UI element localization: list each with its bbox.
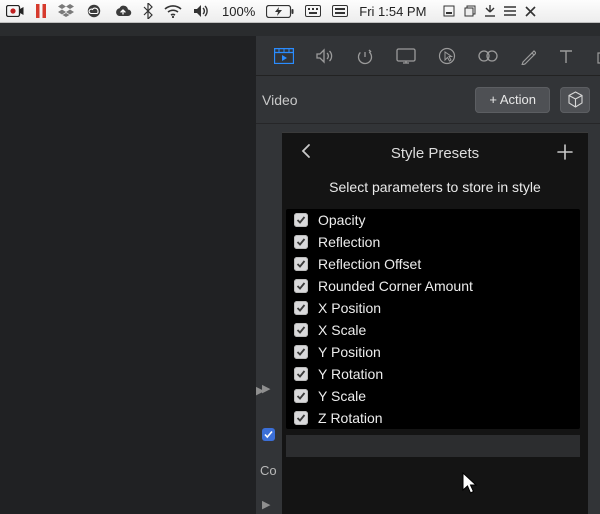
checkbox-checked-icon[interactable]: [294, 345, 308, 359]
keyboard-icon[interactable]: [305, 5, 321, 17]
pen-tab-icon[interactable]: [520, 46, 536, 66]
system-menubar: 100% Fri 1:54 PM: [0, 0, 600, 23]
pointer-tab-icon[interactable]: [438, 46, 456, 66]
input-menu-icon[interactable]: [332, 5, 348, 17]
dropbox-icon[interactable]: [58, 4, 74, 18]
close-icon[interactable]: [525, 6, 536, 17]
minimize-window-icon[interactable]: [443, 5, 455, 17]
cloud-upload-icon[interactable]: [114, 5, 132, 18]
creative-cloud-icon[interactable]: [85, 4, 103, 18]
menu-icon[interactable]: [504, 6, 516, 16]
param-label: Rounded Corner Amount: [318, 278, 473, 294]
text-tab-icon[interactable]: [558, 46, 574, 66]
group-disclosure-1[interactable]: ▶: [262, 382, 270, 395]
param-label: Y Scale: [318, 388, 366, 404]
param-row[interactable]: Y Scale: [286, 385, 580, 407]
back-button[interactable]: [296, 141, 316, 161]
checkbox-checked-icon[interactable]: [294, 279, 308, 293]
param-label: Reflection: [318, 234, 380, 250]
video-tab-icon[interactable]: [274, 46, 294, 66]
param-label: Z Rotation: [318, 410, 383, 426]
checkbox-checked-icon[interactable]: [294, 213, 308, 227]
param-label: Reflection Offset: [318, 256, 421, 272]
app-frame: Video + Action ▶ Style Presets Select pa…: [0, 23, 600, 514]
checkbox-checked-icon[interactable]: [294, 235, 308, 249]
volume-icon[interactable]: [193, 4, 211, 18]
restore-window-icon[interactable]: [464, 5, 476, 17]
checkbox-checked-icon[interactable]: [294, 411, 308, 425]
inspector-pane: Video + Action ▶ Style Presets Select pa…: [256, 36, 600, 514]
window-controls: [443, 5, 536, 17]
param-row[interactable]: Y Position: [286, 341, 580, 363]
download-icon[interactable]: [485, 5, 495, 17]
parameter-list: Opacity Reflection Reflection Offset Rounde…: [286, 209, 580, 429]
param-label: X Position: [318, 300, 381, 316]
battery-charging-icon: [266, 5, 294, 18]
section-title: Video: [262, 92, 298, 108]
video-section-header: Video + Action: [256, 76, 600, 124]
timing-tab-icon[interactable]: [356, 46, 374, 66]
checkbox-checked-icon[interactable]: [294, 301, 308, 315]
presets-button[interactable]: [560, 87, 590, 113]
add-action-button[interactable]: + Action: [475, 87, 550, 113]
param-row[interactable]: Y Rotation: [286, 363, 580, 385]
checkbox-checked-icon[interactable]: [294, 389, 308, 403]
param-row[interactable]: Reflection: [286, 231, 580, 253]
viewer-pane: [0, 36, 256, 514]
popover-subtitle: Select parameters to store in style: [282, 173, 588, 209]
record-icon[interactable]: [6, 5, 24, 17]
param-label: Opacity: [318, 212, 365, 228]
checkbox-checked-icon[interactable]: [294, 367, 308, 381]
param-row[interactable]: X Position: [286, 297, 580, 319]
popover-title: Style Presets: [391, 145, 479, 162]
checkbox-checked-icon[interactable]: [294, 323, 308, 337]
param-row[interactable]: Z Rotation: [286, 407, 580, 429]
popover-header: Style Presets: [282, 133, 588, 173]
param-row[interactable]: Reflection Offset: [286, 253, 580, 275]
param-label: Y Rotation: [318, 366, 383, 382]
display-tab-icon[interactable]: [396, 46, 416, 66]
side-checkbox[interactable]: [262, 428, 275, 441]
audio-tab-icon[interactable]: [316, 46, 334, 66]
link-tab-icon[interactable]: [478, 46, 498, 66]
param-row[interactable]: Rounded Corner Amount: [286, 275, 580, 297]
inspector-tabs: [256, 36, 600, 76]
pause-icon[interactable]: [35, 4, 47, 18]
list-gap: [286, 435, 580, 457]
truncated-label: Co: [260, 463, 277, 478]
battery-percent: 100%: [222, 4, 255, 19]
add-preset-button[interactable]: [554, 141, 576, 163]
wifi-icon[interactable]: [164, 5, 182, 18]
checkbox-checked-icon[interactable]: [294, 257, 308, 271]
clock[interactable]: Fri 1:54 PM: [359, 4, 426, 19]
stack-tab-icon[interactable]: [596, 46, 600, 66]
group-disclosure-3[interactable]: ▶: [262, 498, 270, 511]
param-row[interactable]: Opacity: [286, 209, 580, 231]
param-row[interactable]: X Scale: [286, 319, 580, 341]
param-label: Y Position: [318, 344, 381, 360]
bluetooth-icon[interactable]: [143, 3, 153, 19]
style-presets-popover: Style Presets Select parameters to store…: [282, 132, 588, 514]
param-label: X Scale: [318, 322, 366, 338]
